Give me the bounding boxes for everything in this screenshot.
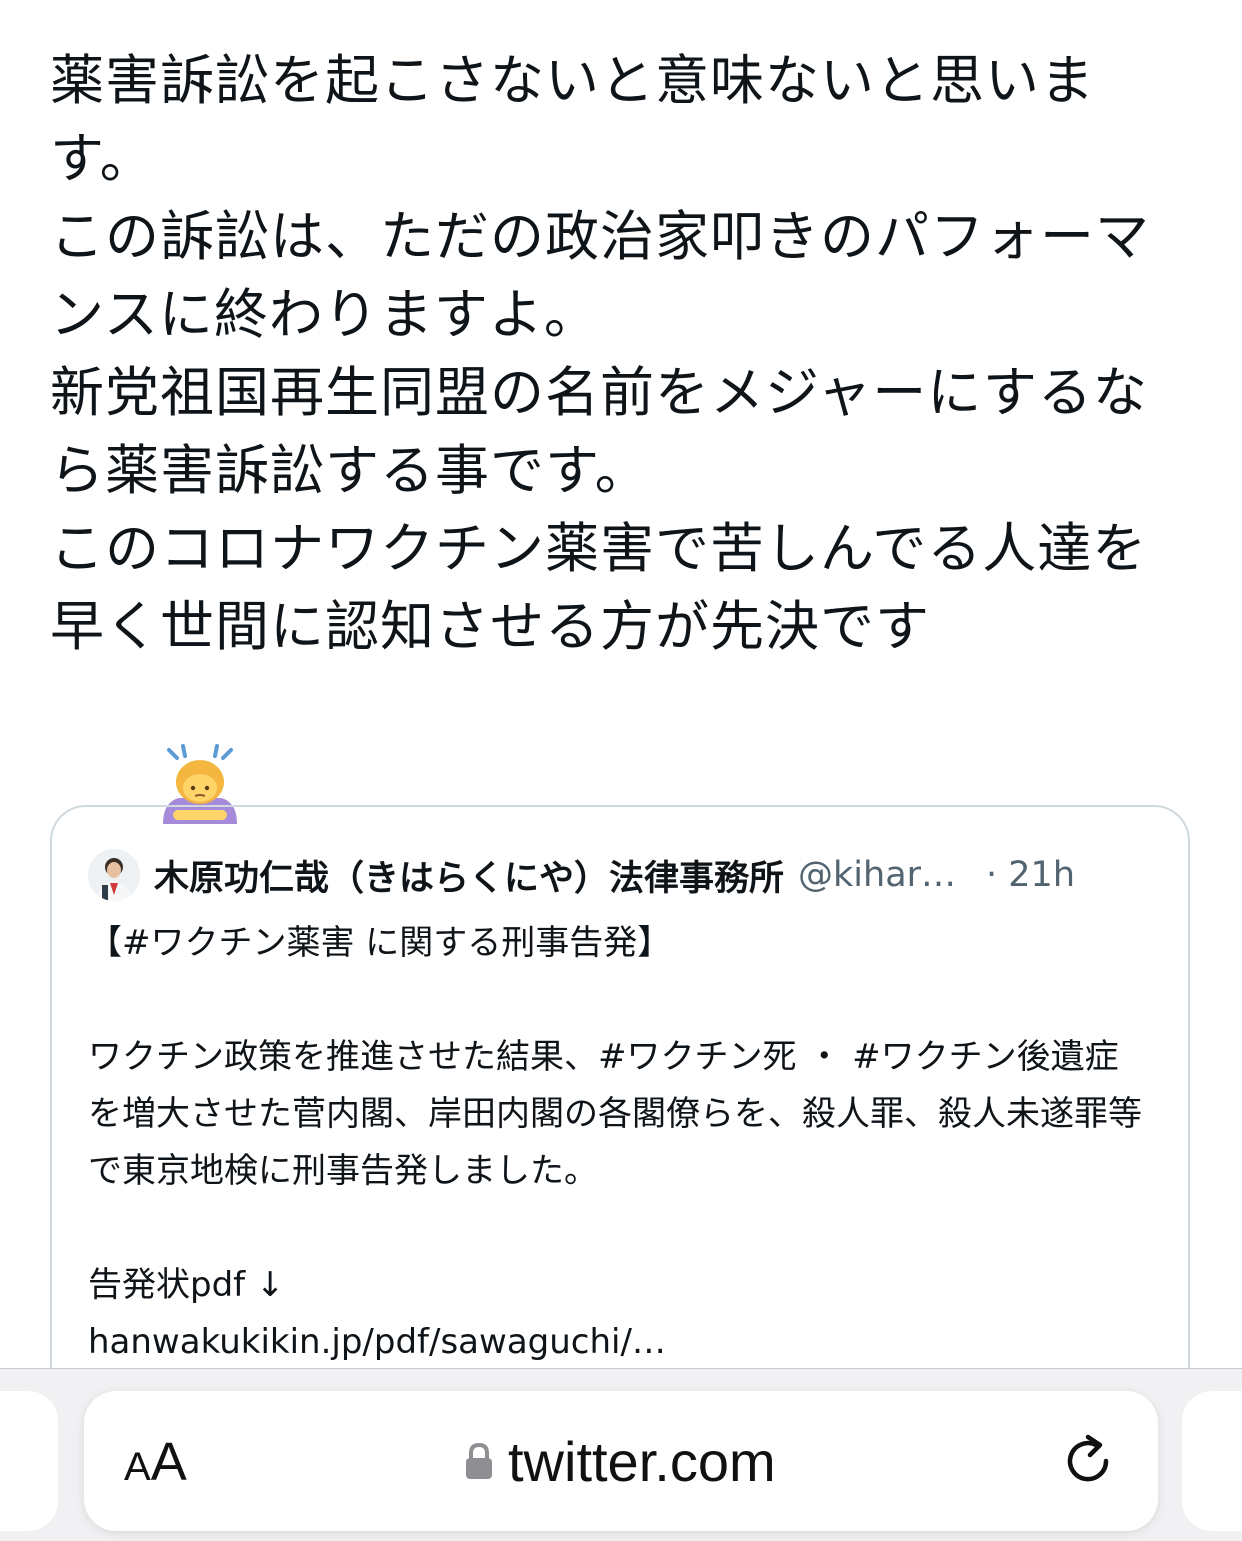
previous-tab-preview[interactable] <box>0 1391 58 1531</box>
timestamp[interactable]: · 21h <box>986 855 1075 895</box>
author-handle[interactable]: @kihar… <box>798 855 956 895</box>
quoted-tweet-card[interactable]: 木原功仁哉（きはらくにや）法律事務所 @kihar… · 21h 【#ワクチン薬… <box>50 805 1190 1425</box>
safari-bottom-toolbar: AA twitter.com <box>0 1368 1242 1541</box>
reader-text-size-button[interactable]: AA <box>124 1431 187 1493</box>
quoted-tweet-header: 木原功仁哉（きはらくにや）法律事務所 @kihar… · 21h <box>88 843 1158 907</box>
profile-photo-icon <box>88 849 140 901</box>
reload-icon[interactable] <box>1058 1431 1118 1491</box>
tweet-text: 薬害訴訟を起こさないと意味ないと思います。 この訴訟は、ただの政治家叩きのパフォ… <box>50 49 1150 658</box>
author-name[interactable]: 木原功仁哉（きはらくにや）法律事務所 <box>154 850 784 901</box>
address-bar[interactable]: AA twitter.com <box>84 1391 1158 1531</box>
aa-big-label: A <box>150 1432 187 1492</box>
avatar[interactable] <box>88 849 140 901</box>
aa-small-label: A <box>124 1445 151 1489</box>
quoted-tweet-text: 【#ワクチン薬害 に関する刑事告発】 ワクチン政策を推進させた結果、#ワクチン死… <box>88 923 1142 1362</box>
url-text: twitter.com <box>508 1429 776 1493</box>
url-display[interactable]: twitter.com <box>464 1429 776 1493</box>
tweet-screen: 薬害訴訟を起こさないと意味ないと思います。 この訴訟は、ただの政治家叩きのパフォ… <box>0 0 1242 1541</box>
tweet-text-block: 薬害訴訟を起こさないと意味ないと思います。 この訴訟は、ただの政治家叩きのパフォ… <box>50 42 1180 925</box>
next-tab-preview[interactable] <box>1182 1391 1242 1531</box>
lock-icon <box>466 1442 492 1479</box>
